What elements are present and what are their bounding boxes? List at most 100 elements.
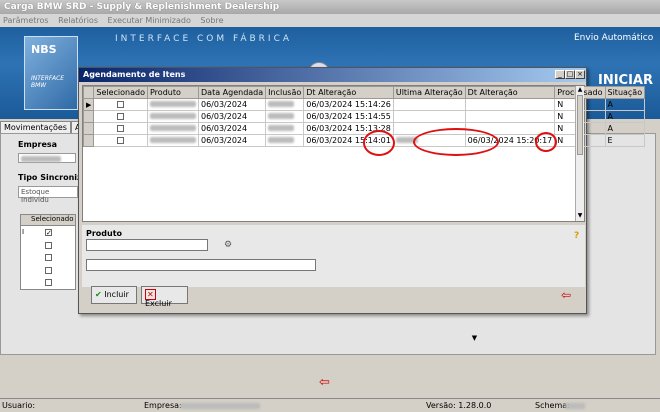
close-icon[interactable]: × [575,70,585,79]
empresa-field[interactable] [18,153,76,163]
status-versao: Versão: 1.28.0.0 [426,401,492,410]
scroll-up-icon[interactable]: ▲ [576,86,584,95]
tipo-sincronizacao-select[interactable]: Estoque Individu [18,186,78,204]
menu-executar-minimizado[interactable]: Executar Minimizado [108,16,191,25]
menu-bar: Parâmetros Relatórios Executar Minimizad… [0,14,660,27]
scroll-thumb[interactable] [577,95,583,155]
col-data-agendada[interactable]: Data Agendada [197,86,267,99]
col-ultima-alteracao[interactable]: Ultima Alteração [392,86,466,99]
nbs-logo: NBS INTERFACE BMW [24,36,78,110]
scroll-down-icon[interactable]: ▼ [576,212,584,221]
menu-parametros[interactable]: Parâmetros [3,16,49,25]
table-row[interactable]: 06/03/2024 06/03/2024 15:14:55 N A [82,110,646,123]
envio-automatico-label: Envio Automático [574,33,654,43]
maximize-icon[interactable]: □ [565,70,575,79]
empresa-value [180,403,260,409]
row-indicator [82,122,95,135]
ultima-alteracao-cell [392,98,466,111]
produto-cell [147,122,199,135]
status-usuario: Usuario: [2,401,36,410]
scroll-down-icon[interactable]: ▼ [470,334,479,344]
incluir-button[interactable]: ✔ Incluir [91,286,137,304]
search-product-icon[interactable]: ⚙ [224,240,232,250]
menu-sobre[interactable]: Sobre [200,16,223,25]
grid-vertical-scrollbar[interactable]: ▲ ▼ [575,86,584,221]
inclusao-cell [265,110,305,123]
dialog-title: Agendamento de Itens [83,70,186,79]
row-indicator: I [22,228,25,236]
col-dt-alteracao-2[interactable]: Dt Alteração [464,86,556,99]
situacao-cell: A [604,98,646,111]
grid-header-selecionado: Selecionado [21,215,75,226]
row-indicator: ▶ [82,98,95,111]
app-title-bar: Carga BMW SRD - Supply & Replenishment D… [0,0,660,14]
produto-cell [147,110,199,123]
excluir-label: Excluir [145,299,172,308]
bg-checkbox[interactable] [45,278,52,287]
empresa-label: Empresa [18,140,58,149]
table-row[interactable]: 06/03/2024 06/03/2024 15:13:28 N A [82,122,646,135]
row-checkbox[interactable] [93,122,148,135]
app-title: Carga BMW SRD - Supply & Replenishment D… [4,2,280,12]
logo-subtext: INTERFACE BMW [31,75,65,89]
indicator-header [82,86,95,99]
row-indicator [82,134,95,147]
exit-door-icon[interactable]: ⇦ [561,288,571,302]
dialog-title-bar: Agendamento de Itens [79,68,586,82]
col-dt-alteracao[interactable]: Dt Alteração [303,86,394,99]
help-icon[interactable]: ? [574,231,579,241]
row-checkbox[interactable] [93,110,148,123]
produto-cell [147,134,199,147]
inclusao-cell [265,134,305,147]
bg-checkbox[interactable] [45,241,52,250]
itens-grid: Selecionado Produto Data Agendada Inclus… [82,85,646,222]
tab-movimentacoes[interactable]: Movimentações [0,121,71,133]
annotation-circle [535,132,557,152]
background-grid: Selecionado I ✓ [20,214,76,290]
inclusao-cell [265,122,305,135]
table-row[interactable]: ▶ 06/03/2024 06/03/2024 15:14:26 N A [82,98,646,111]
bg-checkbox[interactable] [45,266,52,275]
minimize-icon[interactable]: _ [555,70,565,79]
produto-description-input[interactable] [86,259,316,271]
col-situacao[interactable]: Situação [604,86,646,99]
data-agendada-cell: 06/03/2024 [197,110,267,123]
incluir-label: Incluir [104,290,129,299]
row-checkbox[interactable] [93,98,148,111]
logo-text: NBS [31,43,57,56]
situacao-cell: A [604,122,646,135]
schema-value [565,403,585,409]
inclusao-cell [265,98,305,111]
menu-relatorios[interactable]: Relatórios [58,16,98,25]
produto-panel: Produto ⚙ ? [82,225,585,287]
data-agendada-cell: 06/03/2024 [197,122,267,135]
data-agendada-cell: 06/03/2024 [197,134,267,147]
check-icon: ✔ [95,290,102,299]
row-checkbox[interactable] [93,134,148,147]
status-empresa: Empresa: [144,401,182,410]
produto-label: Produto [86,229,123,238]
exit-door-icon[interactable]: ⇦ [319,375,330,390]
produto-code-input[interactable] [86,239,208,251]
table-header: Selecionado Produto Data Agendada Inclus… [82,86,646,99]
banner-title: INTERFACE COM FÁBRICA [115,34,293,44]
bg-checkbox[interactable] [45,253,52,262]
dt-alteracao-2-cell [464,98,556,111]
dt-alteracao-2-cell [464,110,556,123]
agendamento-dialog: Agendamento de Itens _ □ × Selecionado P… [78,67,646,314]
col-produto[interactable]: Produto [147,86,199,99]
tipo-sincronizacao-label: Tipo Sincroniz [18,173,82,182]
status-bar: Usuario: Empresa: Versão: 1.28.0.0 Schem… [0,398,660,412]
dt-alteracao-cell: 06/03/2024 15:14:55 [303,110,394,123]
col-inclusao[interactable]: Inclusão [265,86,305,99]
produto-cell [147,98,199,111]
data-agendada-cell: 06/03/2024 [197,98,267,111]
situacao-cell: A [604,110,646,123]
col-selecionado[interactable]: Selecionado [93,86,148,99]
annotation-circle [363,130,395,156]
dt-alteracao-cell: 06/03/2024 15:14:26 [303,98,394,111]
annotation-circle [413,128,499,156]
situacao-cell: E [604,134,646,147]
excluir-button[interactable]: ✕ Excluir [141,286,188,308]
bg-checkbox-checked[interactable]: ✓ [45,228,52,237]
